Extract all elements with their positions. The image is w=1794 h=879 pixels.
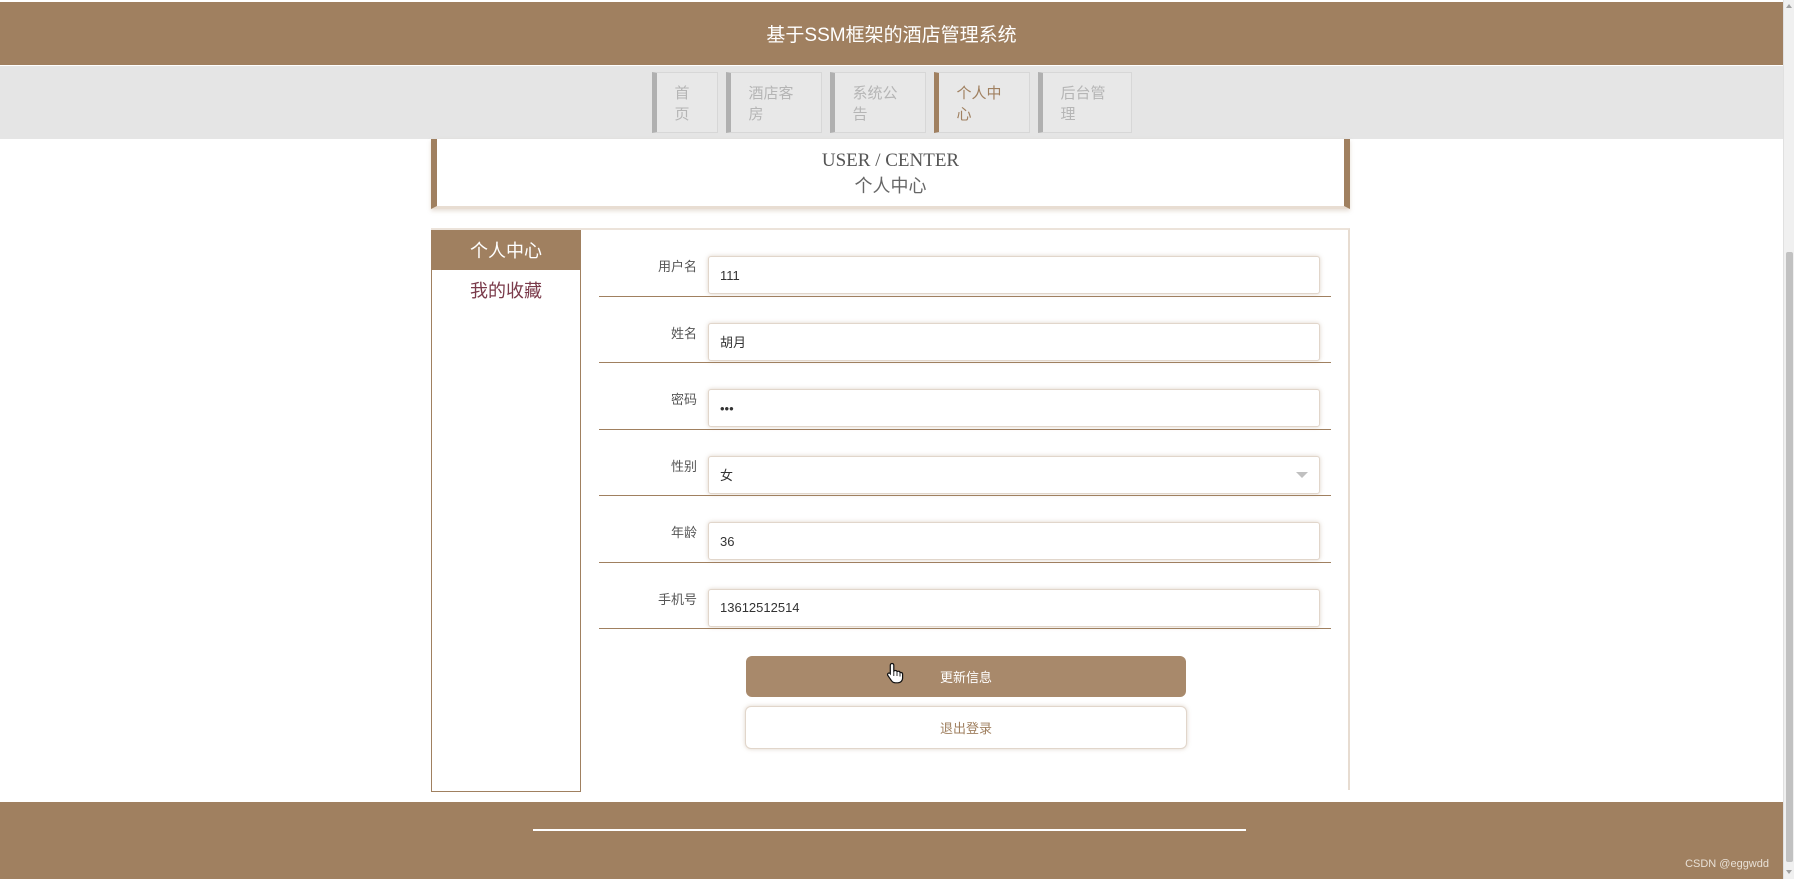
nav-item-home[interactable]: 首页 [651,72,718,133]
password-input[interactable]: ••• [708,389,1320,427]
username-input[interactable]: 111 [708,256,1320,294]
scrollbar-thumb[interactable] [1786,252,1793,862]
banner-title-en: USER / CENTER [821,149,960,171]
scroll-up-arrow-icon[interactable] [1786,4,1792,8]
section-banner: USER / CENTER 个人中心 [431,139,1350,209]
form-row-gender: 性别 女 [599,430,1331,496]
gender-select[interactable]: 女 [708,455,1320,494]
top-header: 基于SSM框架的酒店管理系统 [0,2,1783,65]
hand-pointer-icon [886,662,904,684]
age-label: 年龄 [670,525,697,540]
form-row-name: 姓名 胡月 [599,297,1331,363]
form-row-phone: 手机号 13612512514 [599,563,1331,629]
banner-title-cn: 个人中心 [854,175,927,196]
user-center-panel: 个人中心 我的收藏 用户名 111 姓名 胡月 密码 ••• 性别 女 年龄 3… [431,228,1350,792]
nav-item-announcements[interactable]: 系统公告 [829,72,926,133]
name-input[interactable]: 胡月 [708,322,1320,361]
side-menu-item-user-center[interactable]: 个人中心 [432,230,580,270]
age-input[interactable]: 36 [708,522,1320,560]
csdn-watermark: CSDN @eggwdd [1685,858,1769,870]
logout-button[interactable]: 退出登录 [745,706,1187,749]
profile-form: 用户名 111 姓名 胡月 密码 ••• 性别 女 年龄 36 手机号 1361… [599,230,1331,629]
form-row-password: 密码 ••• [599,363,1331,430]
nav-item-admin[interactable]: 后台管理 [1037,72,1132,133]
name-label: 姓名 [670,325,697,341]
phone-input[interactable]: 13612512514 [708,588,1320,627]
page-footer [0,802,1783,879]
username-label: 用户名 [657,259,697,274]
footer-divider [533,829,1246,831]
side-menu: 个人中心 我的收藏 [431,230,581,792]
form-row-age: 年龄 36 [599,496,1331,563]
phone-label: 手机号 [657,591,697,607]
main-nav: 首页 酒店客房 系统公告 个人中心 后台管理 [0,66,1783,139]
page: 基于SSM框架的酒店管理系统 首页 酒店客房 系统公告 个人中心 后台管理 US… [0,0,1783,879]
nav-item-rooms[interactable]: 酒店客房 [725,72,822,133]
nav-item-user-center[interactable]: 个人中心 [933,72,1030,133]
gender-label: 性别 [670,458,697,474]
password-label: 密码 [670,392,697,407]
chevron-down-icon [1296,471,1308,478]
update-info-button[interactable]: 更新信息 [746,656,1186,697]
gender-selected-value: 女 [720,468,734,483]
site-title: 基于SSM框架的酒店管理系统 [766,25,1017,46]
form-row-username: 用户名 111 [599,230,1331,297]
scroll-down-arrow-icon[interactable] [1786,870,1792,874]
side-menu-item-favorites[interactable]: 我的收藏 [432,270,580,310]
page-scrollbar[interactable] [1783,0,1794,879]
